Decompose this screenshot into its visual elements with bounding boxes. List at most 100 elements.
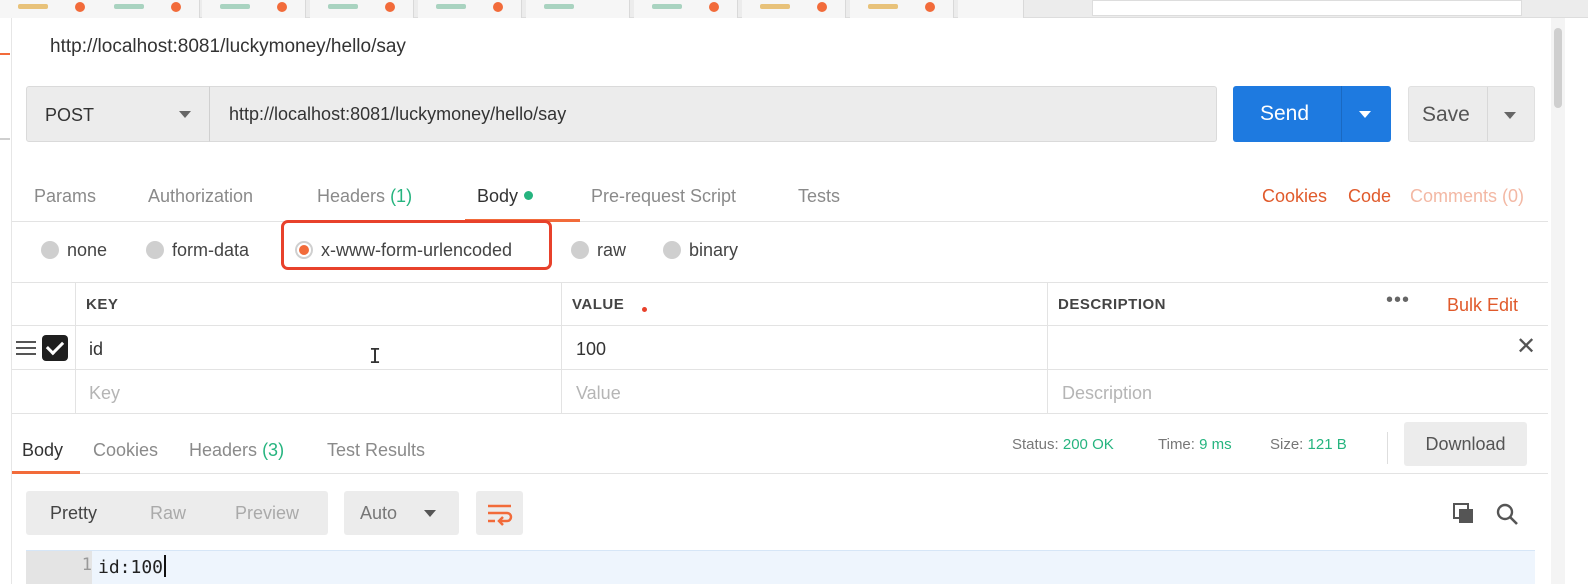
tab-headers-label: Headers [317, 186, 386, 206]
text-cursor-icon: I [369, 344, 382, 368]
save-label: Save [1422, 103, 1470, 126]
comments-link[interactable]: Comments (0) [1410, 186, 1524, 207]
annotation-highlight-box [281, 220, 552, 270]
text-caret [164, 555, 167, 577]
body-mode-form-data[interactable]: form-data [146, 240, 249, 261]
new-key-input[interactable]: Key [89, 383, 120, 404]
format-select[interactable]: Auto [344, 491, 459, 535]
radio-icon [571, 241, 589, 259]
method-select[interactable]: POST [26, 86, 210, 142]
size-label: Size: [1270, 436, 1304, 453]
tab-params[interactable]: Params [34, 186, 96, 207]
tab-tests[interactable]: Tests [798, 186, 840, 207]
wrap-lines-icon [488, 504, 513, 526]
response-tabs: Body Cookies Headers (3) Test Results St… [12, 422, 1548, 474]
view-preview-button[interactable]: Preview [235, 503, 299, 524]
size-value: 121 B [1307, 436, 1347, 453]
time-label: Time: [1158, 436, 1195, 453]
view-pretty-button[interactable]: Pretty [50, 503, 97, 524]
response-status: Status: 200 OK [1012, 436, 1114, 453]
more-options-icon[interactable]: ••• [1386, 289, 1410, 312]
format-label: Auto [360, 503, 398, 523]
row-key-cell[interactable]: id [89, 339, 103, 360]
table-row-new: Key Value Description [12, 370, 1548, 414]
params-table: KEY VALUE DESCRIPTION ••• Bulk Edit id I… [12, 282, 1548, 414]
row-value-cell[interactable]: 100 [576, 339, 606, 360]
response-tab-body[interactable]: Body [22, 440, 63, 461]
save-button[interactable]: Save [1408, 86, 1535, 142]
row-enabled-checkbox[interactable] [42, 335, 68, 361]
body-indicator-dot [524, 191, 534, 200]
time-value: 9 ms [1199, 436, 1232, 453]
body-mode-raw-label: raw [597, 240, 627, 260]
wrap-lines-button[interactable] [476, 491, 523, 535]
request-tab[interactable] [202, 0, 306, 18]
active-tab-underline [12, 471, 80, 474]
new-tab-button[interactable] [958, 0, 1024, 18]
tab-authorization[interactable]: Authorization [148, 186, 253, 207]
column-header-value: VALUE [572, 296, 625, 313]
chevron-down-icon [179, 111, 191, 118]
request-tab[interactable] [742, 0, 846, 18]
request-tabs: Params Authorization Headers (1) Body Pr… [12, 170, 1548, 222]
body-mode-none[interactable]: none [41, 240, 107, 261]
response-tab-test-results[interactable]: Test Results [327, 440, 425, 461]
code-link[interactable]: Code [1348, 186, 1391, 207]
request-tab[interactable] [634, 0, 738, 18]
send-button[interactable]: Send [1233, 86, 1391, 142]
request-tab[interactable] [310, 0, 414, 18]
request-tab[interactable] [850, 0, 954, 18]
response-body-editor[interactable]: 1 id:100 [26, 550, 1535, 584]
response-tab-headers-label: Headers [189, 440, 258, 460]
status-label: Status: [1012, 436, 1059, 453]
radio-icon [146, 241, 164, 259]
response-tab-headers-count: (3) [262, 440, 285, 460]
line-number: 1 [81, 555, 92, 575]
response-tab-headers[interactable]: Headers (3) [189, 440, 284, 461]
drag-handle-icon[interactable] [16, 341, 36, 355]
column-header-description: DESCRIPTION [1058, 296, 1167, 313]
table-header-row: KEY VALUE DESCRIPTION ••• Bulk Edit [12, 282, 1548, 326]
tab-prerequest-script[interactable]: Pre-request Script [591, 186, 736, 207]
request-tab[interactable] [526, 0, 630, 18]
request-tab-strip [0, 0, 1588, 18]
download-button[interactable]: Download [1404, 422, 1527, 466]
tab-headers[interactable]: Headers (1) [317, 186, 412, 207]
body-mode-binary[interactable]: binary [663, 240, 738, 261]
body-mode-form-data-label: form-data [172, 240, 250, 260]
response-tab-cookies[interactable]: Cookies [93, 440, 158, 461]
search-icon[interactable] [1495, 502, 1519, 526]
request-tab[interactable] [96, 0, 200, 18]
send-label: Send [1260, 102, 1310, 125]
code-line-text: id:100 [98, 557, 164, 578]
view-mode-group: Pretty Raw Preview [26, 491, 328, 535]
body-mode-binary-label: binary [689, 240, 739, 260]
save-options-chevron-icon[interactable] [1504, 112, 1516, 119]
url-input[interactable]: http://localhost:8081/luckymoney/hello/s… [209, 86, 1217, 142]
line-gutter: 1 [26, 551, 92, 584]
tab-body-label: Body [477, 186, 519, 206]
sidebar-edge [0, 18, 12, 584]
request-tab[interactable] [0, 0, 104, 18]
annotation-dot [642, 307, 647, 312]
send-options-chevron-icon[interactable] [1359, 111, 1371, 118]
table-row: id I 100 ✕ [12, 326, 1548, 370]
radio-icon [41, 241, 59, 259]
tab-body[interactable]: Body [477, 186, 534, 207]
request-tab[interactable] [418, 0, 522, 18]
new-description-input[interactable]: Description [1062, 383, 1152, 404]
status-value: 200 OK [1062, 436, 1114, 453]
bulk-edit-link[interactable]: Bulk Edit [1447, 295, 1518, 316]
response-time: Time: 9 ms [1158, 436, 1232, 453]
new-value-input[interactable]: Value [576, 383, 621, 404]
response-size: Size: 121 B [1270, 436, 1347, 453]
delete-row-icon[interactable]: ✕ [1516, 332, 1536, 361]
body-mode-raw[interactable]: raw [571, 240, 626, 261]
body-mode-none-label: none [67, 240, 108, 260]
cookies-link[interactable]: Cookies [1262, 186, 1327, 207]
radio-icon [663, 241, 681, 259]
scrollbar[interactable] [1551, 18, 1565, 584]
copy-icon[interactable] [1453, 503, 1475, 525]
search-box[interactable] [1092, 0, 1522, 16]
view-raw-button[interactable]: Raw [150, 503, 186, 524]
